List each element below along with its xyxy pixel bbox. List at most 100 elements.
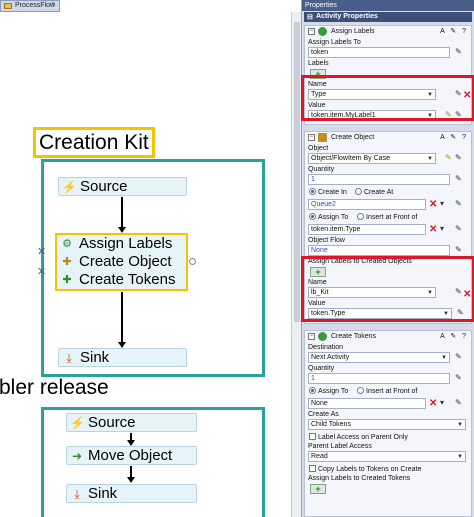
create-as-label: Create As	[308, 411, 339, 418]
clear-icon[interactable]: ✕	[429, 225, 437, 235]
properties-header: Properties	[302, 0, 474, 11]
source-label: Source	[80, 178, 128, 195]
create-at-radio[interactable]: Create At	[355, 188, 393, 196]
insert-front-label: Insert at Front of	[366, 214, 418, 221]
edit-code-icon[interactable]: ✎	[445, 153, 452, 163]
pick-icon[interactable]: ✎	[455, 224, 462, 234]
panel-header[interactable]: − Create Tokens A ✎ ?	[305, 331, 471, 342]
assign-to-radio[interactable]: Assign To	[309, 213, 348, 221]
source-activity-2[interactable]: ⚡ Source	[66, 413, 197, 432]
chevron-down-icon[interactable]: ▼	[457, 421, 463, 429]
copy-labels-checkbox[interactable]: Copy Labels to Tokens on Create	[309, 465, 421, 473]
object-flow-field[interactable]: None	[308, 245, 450, 256]
labels-label: Labels	[308, 60, 329, 67]
create-tokens-activity[interactable]: ✚ Create Tokens	[59, 271, 185, 289]
source-icon: ⚡	[62, 180, 77, 194]
pick-icon[interactable]: ✎	[455, 352, 462, 362]
pick-icon[interactable]: ✎	[455, 199, 462, 209]
collapse-icon[interactable]: −	[308, 28, 315, 35]
source-label: Source	[88, 414, 136, 431]
quantity-label: Quantity	[308, 166, 335, 173]
pick-icon[interactable]: ✎	[455, 174, 462, 184]
object-flow-value: None	[311, 247, 328, 254]
assign-value-field[interactable]: None	[308, 398, 426, 409]
section-title: Activity Properties	[316, 13, 378, 20]
insert-front-label: Insert at Front of	[366, 388, 418, 395]
source-icon: ⚡	[70, 416, 85, 430]
scrollbar-thumb[interactable]	[294, 22, 300, 322]
clear-icon[interactable]: ✕	[429, 399, 437, 409]
label-access-label: Label Access on Parent Only	[318, 434, 408, 441]
pick-icon[interactable]: ✎	[455, 373, 462, 383]
callout-box	[301, 75, 474, 121]
link-marker-icon: ✕	[37, 266, 47, 278]
create-at-label: Create At	[364, 189, 394, 196]
sink-label: Sink	[88, 485, 118, 502]
panel-tools-icon[interactable]: A ✎ ?	[440, 331, 468, 342]
panel-header[interactable]: − Create Object A ✎ ?	[305, 132, 471, 143]
checkbox-box	[309, 465, 316, 472]
clear-icon[interactable]: ✕	[429, 200, 437, 210]
create-tokens-icon	[318, 332, 327, 341]
insert-front-radio[interactable]: Insert at Front of	[357, 213, 417, 221]
panel-header[interactable]: − Assign Labels A ✎ ?	[305, 26, 471, 37]
create-object-icon	[318, 133, 327, 142]
destination-field[interactable]: Next Activity ▼	[308, 352, 450, 363]
insert-front-radio[interactable]: Insert at Front of	[357, 387, 417, 395]
panel-title: Create Object	[331, 134, 375, 141]
parent-access-value: Read	[311, 453, 328, 460]
destination-value: Next Activity	[311, 354, 350, 361]
radio-unselected	[357, 387, 364, 394]
move-object-activity[interactable]: ➜ Move Object	[66, 446, 197, 465]
assign-to-label: Assign To	[318, 388, 349, 395]
assign-value-field[interactable]: token.item.Type	[308, 224, 426, 235]
collapse-icon[interactable]: −	[308, 134, 315, 141]
chevron-down-icon[interactable]: ▼	[457, 453, 463, 461]
pick-icon[interactable]: ✎	[455, 153, 462, 163]
chevron-down-icon[interactable]: ▼	[427, 155, 433, 163]
object-field[interactable]: Object/FlowItem By Case ▼	[308, 153, 436, 164]
create-in-label: Create In	[318, 189, 347, 196]
chevron-down-icon[interactable]: ▾	[440, 398, 444, 408]
parent-access-select[interactable]: Read ▼	[308, 451, 466, 462]
sink-activity-2[interactable]: ⤓ Sink	[66, 484, 197, 503]
copy-labels-label: Copy Labels to Tokens on Create	[318, 466, 422, 473]
assign-labels-activity[interactable]: ⚙ Assign Labels	[59, 235, 185, 253]
pick-icon[interactable]: ✎	[455, 398, 462, 408]
connector-handle[interactable]	[189, 258, 196, 265]
create-in-radio[interactable]: Create In	[309, 188, 347, 196]
location-field[interactable]: Queue2	[308, 199, 426, 210]
sink-activity[interactable]: ⤓ Sink	[58, 348, 187, 367]
pick-icon[interactable]: ✎	[455, 47, 462, 57]
label-access-checkbox[interactable]: Label Access on Parent Only	[309, 433, 408, 441]
sink-icon: ⤓	[74, 487, 80, 501]
create-as-select[interactable]: Child Tokens ▼	[308, 419, 466, 430]
process-flow-canvas[interactable]: ProcessFlow × Creation Kit ⚡ Source ⚙ As…	[0, 0, 302, 517]
activity-group-selected[interactable]: ⚙ Assign Labels ✚ Create Object ✚ Create…	[55, 233, 188, 291]
canvas-scrollbar[interactable]	[291, 12, 301, 517]
quantity-field[interactable]: 1	[308, 174, 450, 185]
source-activity[interactable]: ⚡ Source	[58, 177, 187, 196]
assign-to-label: Assign To	[318, 214, 349, 221]
panel-tools-icon[interactable]: A ✎ ?	[440, 132, 468, 143]
radio-selected	[309, 387, 316, 394]
chevron-down-icon[interactable]: ▾	[440, 224, 444, 234]
collapse-icon[interactable]: −	[308, 333, 315, 340]
chevron-down-icon[interactable]: ▾	[440, 199, 444, 209]
add-label-button[interactable]: +	[310, 484, 326, 494]
collapse-icon[interactable]: ⊟	[307, 13, 313, 23]
assign-to-label: Assign Labels To	[308, 39, 361, 46]
close-tab-icon[interactable]: ×	[51, 1, 55, 8]
pick-icon[interactable]: ✎	[455, 245, 462, 255]
quantity-field[interactable]: 1	[308, 373, 450, 384]
activity-properties-section[interactable]: ⊟ Activity Properties	[304, 12, 472, 22]
create-object-activity[interactable]: ✚ Create Object	[59, 253, 185, 271]
assign-labels-icon: ⚙	[62, 238, 72, 250]
move-object-icon: ➜	[71, 449, 83, 463]
assign-to-field[interactable]: token	[308, 47, 450, 58]
assign-to-radio[interactable]: Assign To	[309, 387, 348, 395]
connector-line	[121, 197, 123, 228]
panel-tools-icon[interactable]: A ✎ ?	[440, 26, 468, 37]
chevron-down-icon[interactable]: ▼	[441, 354, 447, 362]
parent-access-label: Parent Label Access	[308, 443, 372, 450]
